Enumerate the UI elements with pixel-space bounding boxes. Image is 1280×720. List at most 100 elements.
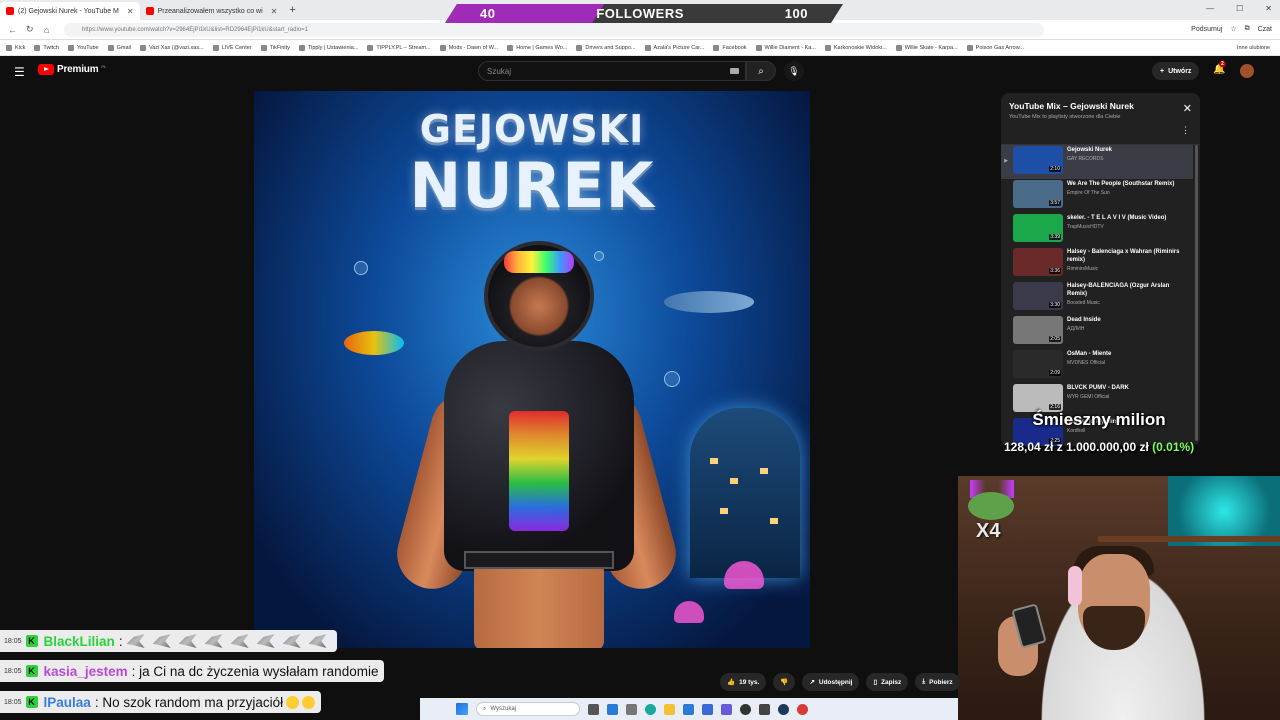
playlist-thumbnail[interactable]: 3:36: [1013, 248, 1063, 276]
task-view-icon[interactable]: [588, 703, 599, 715]
chat-username[interactable]: lPaulaa: [44, 695, 91, 710]
playlist-item-title: BLVCK PUMV - DARK: [1067, 385, 1129, 391]
maximize-icon[interactable]: ☐: [1236, 4, 1243, 13]
edge-icon[interactable]: [645, 703, 656, 715]
bookmark-item[interactable]: Drivers and Suppo...: [576, 44, 636, 51]
teams-icon[interactable]: [721, 703, 732, 715]
windows-start-icon[interactable]: [456, 703, 468, 715]
bookmark-item[interactable]: Karkonoskie Widoki...: [824, 44, 887, 51]
bookmark-label: Mods - Dawn of W...: [448, 44, 499, 51]
summarize-button[interactable]: Podsumuj: [1191, 26, 1222, 33]
playlist-thumbnail[interactable]: 2:16: [1013, 384, 1063, 412]
playlist-thumbnail[interactable]: 3:39: [1013, 214, 1063, 242]
bookmark-item[interactable]: Home | Games Wo...: [507, 44, 567, 51]
dislike-button[interactable]: 👎: [773, 673, 796, 691]
playlist-scrollbar[interactable]: [1195, 145, 1198, 441]
app-icon[interactable]: [759, 703, 770, 715]
playlist-item[interactable]: ▶ 2:10 Gejowski Nurek GAY RECORDS: [1001, 145, 1193, 179]
copilot-button[interactable]: Czat: [1258, 26, 1272, 33]
bookmark-item[interactable]: Willie Diament - Ka...: [755, 44, 816, 51]
thumbs-down-icon: 👎: [780, 679, 789, 686]
bookmark-item[interactable]: LIVE Center: [212, 44, 252, 51]
bookmark-item[interactable]: TIPPLY.PL – Stream...: [367, 44, 431, 51]
bookmark-item[interactable]: TikFinity: [260, 44, 290, 51]
widgets-icon[interactable]: [607, 703, 618, 715]
bookmark-item[interactable]: Willie Skate - Karpa...: [895, 44, 958, 51]
playlist-item[interactable]: 3:39 skeler. - T E L A V I V (Music Video…: [1001, 213, 1193, 247]
bookmark-item[interactable]: Tipply | Ustawienia...: [298, 44, 358, 51]
share-label: Udostępnij: [818, 678, 853, 686]
bookmark-favicon-icon: [824, 44, 831, 51]
settings-icon[interactable]: [626, 703, 637, 715]
mail-icon[interactable]: [683, 703, 694, 715]
new-tab-button[interactable]: +: [289, 4, 295, 16]
reload-icon[interactable]: ↻: [26, 24, 36, 35]
bookmark-favicon-icon: [34, 44, 41, 51]
create-button[interactable]: + Utwórz: [1152, 62, 1200, 80]
notification-count-badge: 2: [1219, 61, 1226, 67]
bookmark-item[interactable]: Vazi Xas (@vazi.xas...: [139, 44, 204, 51]
playlist-thumbnail[interactable]: 3:57: [1013, 180, 1063, 208]
bookmark-item[interactable]: Kick: [6, 44, 25, 51]
search-input[interactable]: Szukaj: [478, 61, 746, 81]
bookmark-item[interactable]: Poison Gas Arrow...: [966, 44, 1024, 51]
menu-icon[interactable]: ☰: [14, 65, 25, 79]
recording-app-icon[interactable]: [797, 703, 808, 715]
back-icon[interactable]: ←: [8, 25, 18, 35]
browser-tab-youtube[interactable]: (2) Gejowski Nurek - YouTube M ✕: [0, 2, 140, 20]
obs-icon[interactable]: [740, 703, 751, 715]
like-button[interactable]: 👍 19 tys.: [720, 673, 767, 691]
store-icon[interactable]: [702, 703, 713, 715]
more-options-icon[interactable]: ⋮: [1181, 125, 1190, 136]
playlist-item[interactable]: 2:05 Dead Inside АДЛИН: [1001, 315, 1193, 349]
bookmark-item[interactable]: Twitch: [34, 44, 59, 51]
voice-search-button[interactable]: 🎙: [784, 61, 804, 81]
playlist-thumbnail[interactable]: 2:10: [1013, 146, 1063, 174]
bookmark-favicon-icon: [966, 44, 973, 51]
playlist-item[interactable]: 2:09 OsMan - Miente MVDNES Official: [1001, 349, 1193, 383]
playlist-thumbnail[interactable]: 2:09: [1013, 350, 1063, 378]
donation-goal-amount: 128,04 zł z 1.000.000,00 zł (0.01%): [1004, 440, 1264, 454]
bookmark-item[interactable]: YouTube: [67, 44, 99, 51]
playlist-item[interactable]: 3:30 Halsey-BALENCIAGA (Ozgur Arslan Remi…: [1001, 281, 1193, 315]
video-player[interactable]: GEJOWSKI NUREK: [254, 91, 810, 648]
bookmark-favicon-icon: [107, 44, 114, 51]
chat-username[interactable]: kasia_jestem: [44, 664, 128, 679]
bookmark-label: Gmail: [116, 44, 131, 51]
youtube-logo[interactable]: Premium PL: [38, 64, 106, 75]
steam-icon[interactable]: [778, 703, 789, 715]
other-bookmarks[interactable]: Inne ulubione: [1237, 45, 1270, 51]
download-button[interactable]: ⤓ Pobierz: [915, 673, 960, 691]
extensions-icon[interactable]: ⧉: [1245, 25, 1250, 33]
bookmark-item[interactable]: Mods - Dawn of W...: [439, 44, 499, 51]
playlist-thumbnail[interactable]: 2:05: [1013, 316, 1063, 344]
share-button[interactable]: ↗ Udostępnij: [802, 673, 860, 691]
playlist-thumbnail[interactable]: 3:30: [1013, 282, 1063, 310]
favorite-star-icon[interactable]: ☆: [1230, 25, 1236, 33]
avatar[interactable]: [1240, 64, 1254, 78]
donation-target: 1.000.000,00 zł: [1066, 440, 1149, 454]
close-window-icon[interactable]: ✕: [1265, 4, 1272, 13]
save-button[interactable]: ▯ Zapisz: [866, 673, 909, 691]
close-icon[interactable]: ✕: [1183, 102, 1192, 115]
bookmark-item[interactable]: Facebook: [713, 44, 747, 51]
taskbar-search-input[interactable]: ⌕ Wyszukaj: [476, 702, 580, 716]
home-icon[interactable]: ⌂: [44, 25, 54, 35]
close-tab-icon[interactable]: ✕: [271, 7, 278, 16]
notifications-bell-icon[interactable]: 🔔 2: [1213, 61, 1226, 75]
bookmark-item[interactable]: Gmail: [107, 44, 131, 51]
chat-username[interactable]: BlackLilian: [44, 634, 115, 649]
search-button[interactable]: ⌕: [746, 61, 776, 81]
keyboard-icon[interactable]: [730, 68, 739, 74]
bookmark-item[interactable]: Azala's Picture Car...: [644, 44, 704, 51]
close-tab-icon[interactable]: ✕: [127, 7, 134, 16]
followers-goal: 100: [784, 6, 808, 21]
file-explorer-icon[interactable]: [664, 703, 675, 715]
playlist-item[interactable]: 3:57 We Are The People (Southstar Remix) E…: [1001, 179, 1193, 213]
browser-tab-2[interactable]: Przeanalizowałem wszystko co wi ✕: [140, 2, 284, 20]
playlist-title[interactable]: YouTube Mix – Gejowski Nurek: [1009, 101, 1192, 111]
playlist-item[interactable]: 3:36 Halsey - Balenciaga x Wahran (Rimini…: [1001, 247, 1193, 281]
minimize-icon[interactable]: —: [1206, 4, 1214, 13]
url-field[interactable]: https://www.youtube.com/watch?v=2964EjPi…: [64, 22, 1044, 37]
kick-badge-icon: K: [25, 665, 38, 677]
